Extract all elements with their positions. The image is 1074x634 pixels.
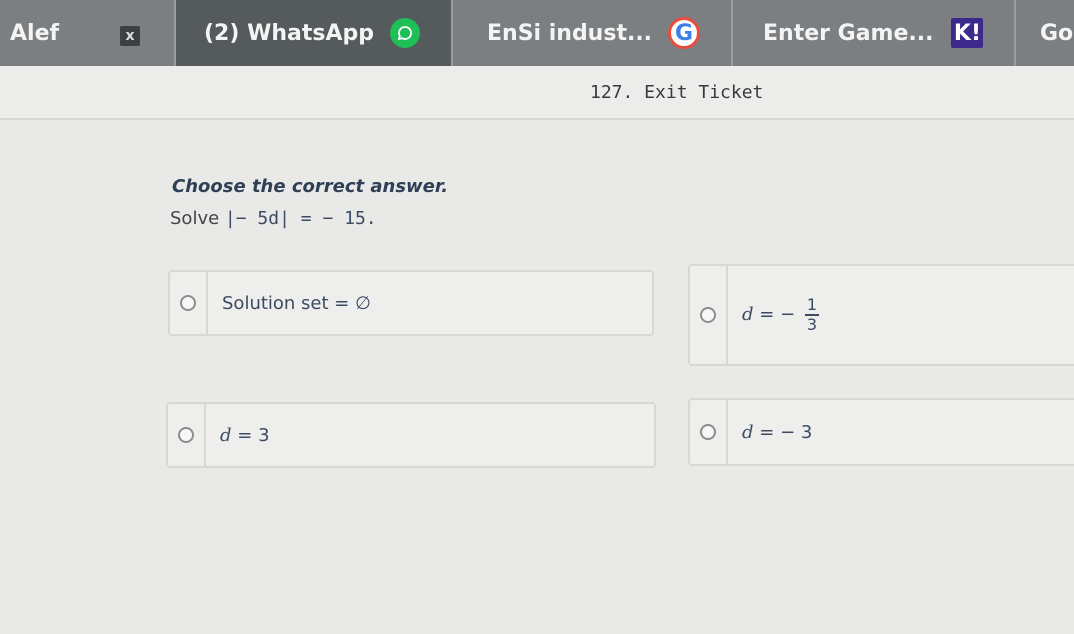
denominator: 3 [806,315,818,334]
tab-whatsapp[interactable]: (2) WhatsApp [176,0,453,66]
variable: d [742,421,754,443]
answer-option-fraction[interactable]: d = − 1 3 [688,264,1074,366]
tab-label: Enter Game... [763,20,934,46]
answer-option-d-3[interactable]: d = 3 [166,402,656,468]
relation: = − 3 [759,421,813,443]
option-label: Solution set = ∅ [222,292,371,314]
google-icon: G [668,17,701,49]
radio-button[interactable] [180,295,196,311]
page-header: 127. Exit Ticket [0,66,1074,120]
tab-label: (2) WhatsApp [204,20,374,46]
option-label: d = 3 [206,425,270,446]
question-text: Solve |− 5d| = − 15. [170,208,377,229]
answer-option-d-neg3[interactable]: d = − 3 [688,398,1074,466]
solve-word: Solve [170,208,220,229]
browser-tab-bar: Alef x (2) WhatsApp EnSi indust... G Ent… [0,0,1074,66]
equation: |− 5d| = − 15. [224,208,377,229]
tab-go[interactable]: Go [1016,0,1074,66]
tab-alef[interactable]: Alef x [0,0,176,66]
question-prompt: Choose the correct answer. [172,176,449,197]
radio-cell[interactable] [690,400,728,464]
tab-label: Go [1040,20,1074,46]
radio-button[interactable] [700,307,716,323]
relation: = 3 [237,424,270,446]
option-label: d = − 3 [728,422,812,443]
page-title: 127. Exit Ticket [590,82,764,103]
whatsapp-icon [389,18,420,48]
radio-button[interactable] [178,427,194,443]
radio-cell[interactable] [168,404,206,466]
option-label: d = − 1 3 [728,295,820,334]
variable: d [220,424,232,446]
tab-label: EnSi indust... [487,20,653,46]
numerator: 1 [804,295,820,316]
fraction: 1 3 [804,295,820,334]
variable: d [742,304,754,325]
close-icon[interactable]: x [120,26,140,46]
kahoot-icon: K! [951,18,984,48]
radio-cell[interactable] [690,266,728,364]
radio-button[interactable] [700,424,716,440]
answer-option-empty-set[interactable]: Solution set = ∅ [168,270,654,336]
tab-ensi[interactable]: EnSi indust... G [453,0,733,66]
relation: = − [759,304,796,325]
tab-kahoot[interactable]: Enter Game... K! [733,0,1016,66]
radio-cell[interactable] [170,272,208,334]
tab-label: Alef [10,20,60,46]
